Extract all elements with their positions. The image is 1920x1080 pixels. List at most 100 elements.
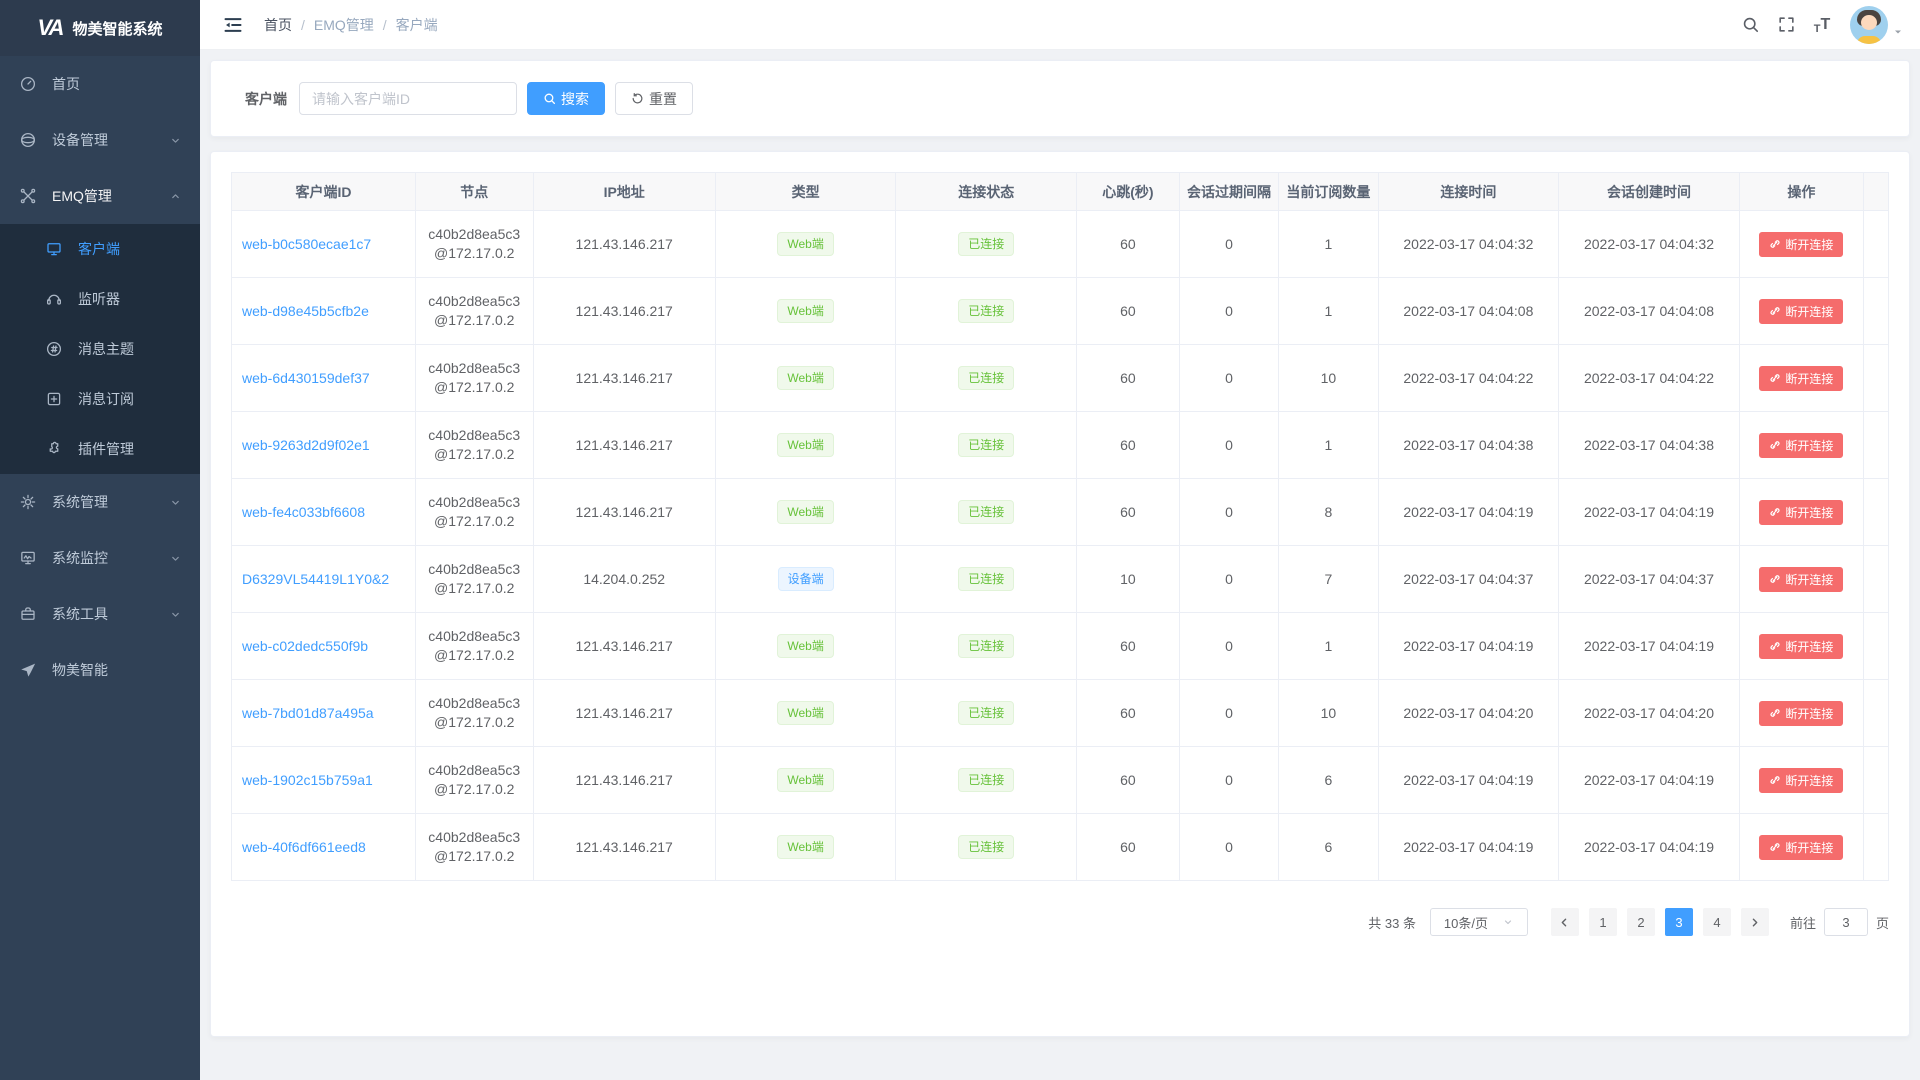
disconnect-button[interactable]: 断开连接 xyxy=(1759,634,1843,659)
client-id-link[interactable]: web-9263d2d9f02e1 xyxy=(242,437,370,453)
action-cell: 断开连接 xyxy=(1739,546,1863,613)
status-cell: 已连接 xyxy=(896,747,1077,814)
created-at-cell: 2022-03-17 04:04:32 xyxy=(1559,211,1740,278)
sidebar-item-brand[interactable]: 物美智能 xyxy=(0,642,200,698)
created-at-cell: 2022-03-17 04:04:20 xyxy=(1559,680,1740,747)
page-size-select[interactable]: 10条/页 xyxy=(1430,908,1528,936)
sidebar-item-system-tools[interactable]: 系统工具 xyxy=(0,586,200,642)
client-id-link[interactable]: web-b0c580ecae1c7 xyxy=(242,236,371,252)
disconnect-button[interactable]: 断开连接 xyxy=(1759,366,1843,391)
subscriptions-cell: 7 xyxy=(1279,546,1378,613)
sidebar-item-listener[interactable]: 监听器 xyxy=(0,274,200,324)
disconnect-button[interactable]: 断开连接 xyxy=(1759,768,1843,793)
sidebar-item-system-monitor[interactable]: 系统监控 xyxy=(0,530,200,586)
breadcrumb-home[interactable]: 首页 xyxy=(264,15,292,35)
sidebar-item-topic[interactable]: 消息主题 xyxy=(0,324,200,374)
font-size-icon[interactable]: TT xyxy=(1804,0,1840,50)
sidebar-item-subscribe[interactable]: 消息订阅 xyxy=(0,374,200,424)
table-row: web-6d430159def37c40b2d8ea5c3@172.17.0.2… xyxy=(232,345,1889,412)
disconnect-icon xyxy=(1769,439,1781,451)
avatar[interactable] xyxy=(1850,6,1888,44)
session-expiry-cell: 0 xyxy=(1179,412,1278,479)
type-cell: Web端 xyxy=(715,814,896,881)
subscriptions-cell: 8 xyxy=(1279,479,1378,546)
sidebar-item-emq-mgmt[interactable]: EMQ管理 xyxy=(0,168,200,224)
sidebar-item-label: 客户端 xyxy=(78,239,120,259)
page-button-2[interactable]: 2 xyxy=(1627,908,1655,936)
disconnect-button[interactable]: 断开连接 xyxy=(1759,299,1843,324)
sidebar-item-plugin[interactable]: 插件管理 xyxy=(0,424,200,474)
table-row: D6329VL54419L1Y0&2c40b2d8ea5c3@172.17.0.… xyxy=(232,546,1889,613)
sidebar-item-label: 首页 xyxy=(52,74,80,94)
client-id-link[interactable]: web-1902c15b759a1 xyxy=(242,772,373,788)
reset-button[interactable]: 重置 xyxy=(615,82,693,115)
created-at-cell: 2022-03-17 04:04:19 xyxy=(1559,479,1740,546)
page-button-3[interactable]: 3 xyxy=(1665,908,1693,936)
caret-down-icon[interactable] xyxy=(1892,12,1904,38)
column-header: 会话过期间隔 xyxy=(1179,173,1278,211)
heartbeat-cell: 10 xyxy=(1077,546,1180,613)
disconnect-button[interactable]: 断开连接 xyxy=(1759,500,1843,525)
sidebar-item-home[interactable]: 首页 xyxy=(0,56,200,112)
status-badge: 已连接 xyxy=(958,567,1014,591)
ip-cell: 121.43.146.217 xyxy=(533,747,715,814)
sidebar: VA 物美智能系统 首页设备管理EMQ管理客户端监听器消息主题消息订阅插件管理系… xyxy=(0,0,200,1080)
status-cell: 已连接 xyxy=(896,680,1077,747)
client-id-link[interactable]: web-fe4c033bf6608 xyxy=(242,504,365,520)
connected-at-cell: 2022-03-17 04:04:20 xyxy=(1378,680,1559,747)
page-button-4[interactable]: 4 xyxy=(1703,908,1731,936)
heartbeat-cell: 60 xyxy=(1077,680,1180,747)
client-id-link[interactable]: web-c02dedc550f9b xyxy=(242,638,368,654)
disconnect-button[interactable]: 断开连接 xyxy=(1759,701,1843,726)
chevron-down-icon xyxy=(1502,916,1514,928)
heartbeat-cell: 60 xyxy=(1077,211,1180,278)
client-id-link[interactable]: D6329VL54419L1Y0&2 xyxy=(242,571,389,587)
disconnect-button[interactable]: 断开连接 xyxy=(1759,232,1843,257)
client-id-cell: web-b0c580ecae1c7 xyxy=(232,211,416,278)
sidebar-item-client[interactable]: 客户端 xyxy=(0,224,200,274)
scrollbar-gutter xyxy=(1864,613,1889,680)
node-cell: c40b2d8ea5c3@172.17.0.2 xyxy=(415,278,533,345)
subscriptions-cell: 1 xyxy=(1279,211,1378,278)
page-button-1[interactable]: 1 xyxy=(1589,908,1617,936)
client-id-link[interactable]: web-6d430159def37 xyxy=(242,370,370,386)
action-cell: 断开连接 xyxy=(1739,278,1863,345)
fullscreen-icon[interactable] xyxy=(1768,0,1804,50)
sidebar-item-device-mgmt[interactable]: 设备管理 xyxy=(0,112,200,168)
type-cell: 设备端 xyxy=(715,546,896,613)
hamburger-icon[interactable] xyxy=(216,8,250,42)
chevron-down-icon xyxy=(169,608,182,621)
status-badge: 已连接 xyxy=(958,768,1014,792)
search-button[interactable]: 搜索 xyxy=(527,82,605,115)
disconnect-button[interactable]: 断开连接 xyxy=(1759,567,1843,592)
prev-page-button[interactable] xyxy=(1551,908,1579,936)
sidebar-item-label: EMQ管理 xyxy=(52,186,112,206)
emq-icon xyxy=(18,186,38,206)
table-row: web-1902c15b759a1c40b2d8ea5c3@172.17.0.2… xyxy=(232,747,1889,814)
total-count: 共 33 条 xyxy=(1368,913,1416,932)
type-badge: Web端 xyxy=(777,768,833,792)
client-id-link[interactable]: web-40f6df661eed8 xyxy=(242,839,366,855)
created-at-cell: 2022-03-17 04:04:19 xyxy=(1559,613,1740,680)
disconnect-button[interactable]: 断开连接 xyxy=(1759,835,1843,860)
goto-label: 前往 xyxy=(1790,913,1816,932)
type-badge: Web端 xyxy=(777,835,833,859)
plugin-icon xyxy=(44,439,64,459)
goto-page-input[interactable] xyxy=(1824,908,1868,936)
sidebar-item-system-mgmt[interactable]: 系统管理 xyxy=(0,474,200,530)
search-icon[interactable] xyxy=(1732,0,1768,50)
sidebar-item-label: 监听器 xyxy=(78,289,120,309)
client-id-link[interactable]: web-7bd01d87a495a xyxy=(242,705,374,721)
disconnect-icon xyxy=(1769,841,1781,853)
next-page-button[interactable] xyxy=(1741,908,1769,936)
client-id-input[interactable] xyxy=(299,82,517,115)
created-at-cell: 2022-03-17 04:04:08 xyxy=(1559,278,1740,345)
connected-at-cell: 2022-03-17 04:04:38 xyxy=(1378,412,1559,479)
logo-mark-icon: VA xyxy=(38,15,63,41)
disconnect-button[interactable]: 断开连接 xyxy=(1759,433,1843,458)
action-cell: 断开连接 xyxy=(1739,479,1863,546)
client-id-link[interactable]: web-d98e45b5cfb2e xyxy=(242,303,369,319)
node-cell: c40b2d8ea5c3@172.17.0.2 xyxy=(415,479,533,546)
column-header: 类型 xyxy=(715,173,896,211)
breadcrumb-separator: / xyxy=(383,17,387,33)
